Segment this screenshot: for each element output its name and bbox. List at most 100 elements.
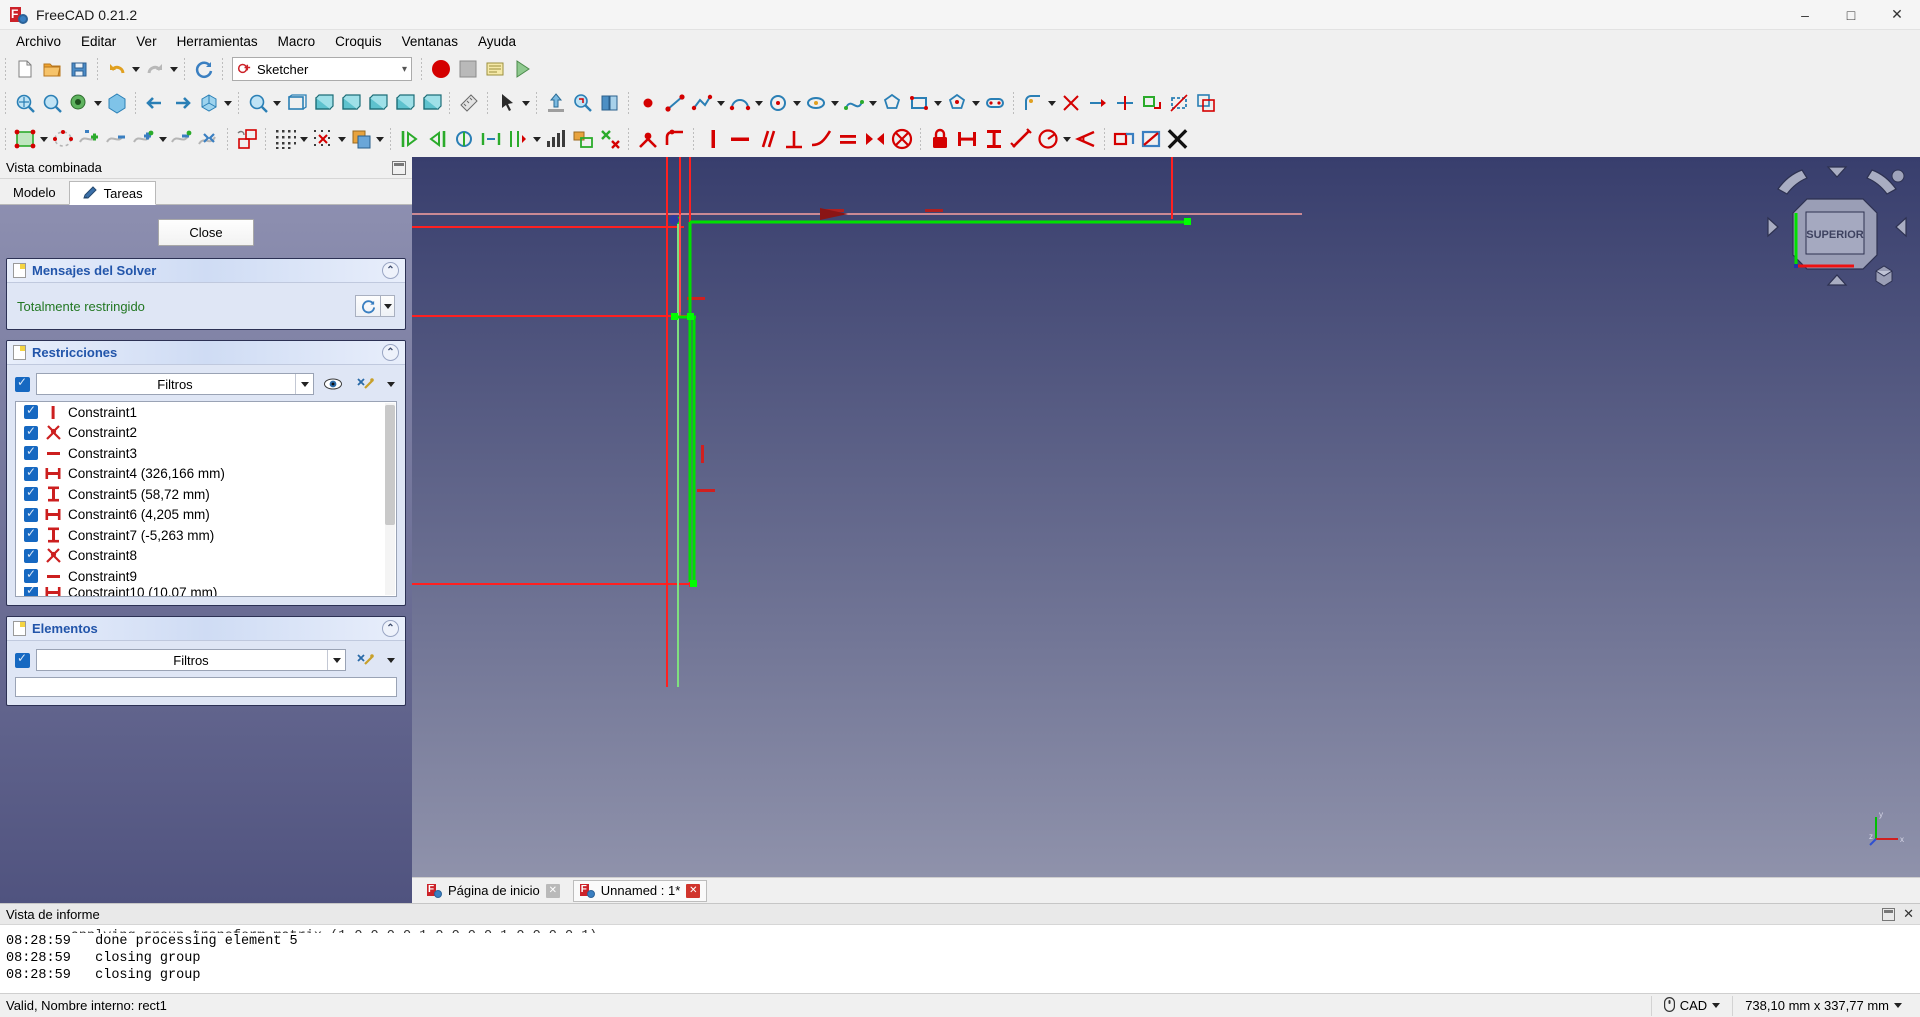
solver-messages-header[interactable]: Mensajes del Solver ⌃: [7, 259, 405, 283]
constraint-visibility-checkbox[interactable]: [24, 485, 38, 502]
rectangular-array-button[interactable]: [569, 126, 596, 153]
menu-ver[interactable]: Ver: [126, 31, 166, 52]
edit-sketch-dropdown-icon[interactable]: [38, 126, 49, 153]
zoom-selection-button[interactable]: [38, 90, 65, 117]
leave-sketch-button[interactable]: [1164, 126, 1191, 153]
constraint-visibility-checkbox[interactable]: [24, 586, 38, 596]
create-rectangle-button[interactable]: [905, 90, 932, 117]
create-polygon-button[interactable]: [878, 90, 905, 117]
workbench-selector[interactable]: Sketcher ▾: [232, 57, 412, 81]
open-document-button[interactable]: [38, 56, 65, 83]
constraints-filter-combo[interactable]: Filtros: [36, 373, 314, 395]
collapse-icon[interactable]: ⌃: [382, 344, 399, 361]
float-panel-icon[interactable]: [392, 160, 406, 175]
select-dropdown-icon[interactable]: [520, 90, 531, 117]
constrain-point-on-object-button[interactable]: [661, 126, 688, 153]
snap-dropdown-icon[interactable]: [336, 126, 347, 153]
list-item[interactable]: Constraint9: [16, 566, 396, 587]
menu-macro[interactable]: Macro: [268, 31, 326, 52]
list-item[interactable]: Constraint8: [16, 546, 396, 567]
measure-button[interactable]: [455, 90, 482, 117]
create-conic-button[interactable]: [802, 90, 829, 117]
select-associated-constraints-button[interactable]: [450, 126, 477, 153]
select-constraints-dropdown-icon[interactable]: [531, 126, 542, 153]
view-front-button[interactable]: [282, 90, 309, 117]
circle-dropdown-icon[interactable]: [791, 90, 802, 117]
dimensions-display[interactable]: 738,10 mm x 337,77 mm: [1732, 995, 1914, 1016]
rectangle-dropdown-icon[interactable]: [932, 90, 943, 117]
edit-sketch-button[interactable]: [11, 126, 38, 153]
view-back-button[interactable]: [141, 90, 168, 117]
tab-tareas[interactable]: Tareas: [68, 181, 156, 205]
select-elements-constraint-button[interactable]: [423, 126, 450, 153]
chevron-down-icon[interactable]: [1712, 1003, 1721, 1008]
polyline-dropdown-icon[interactable]: [715, 90, 726, 117]
render-order-dropdown-icon[interactable]: [374, 126, 385, 153]
constrain-coincident-button[interactable]: [634, 126, 661, 153]
view-top-button[interactable]: [309, 90, 336, 117]
list-item[interactable]: Constraint10 (10,07 mm): [16, 586, 396, 596]
constrain-block-button[interactable]: [888, 126, 915, 153]
list-item[interactable]: Constraint3: [16, 443, 396, 464]
elements-settings-icon[interactable]: [352, 649, 378, 671]
3d-viewport[interactable]: SUPERIOR y x z: [412, 157, 1920, 877]
close-task-button[interactable]: Close: [158, 219, 254, 246]
create-arc-button[interactable]: [726, 90, 753, 117]
tab-modelo[interactable]: Modelo: [0, 180, 69, 204]
constraint-visibility-checkbox[interactable]: [24, 567, 38, 584]
collapse-icon[interactable]: ⌃: [382, 620, 399, 637]
mirror-sketch-button[interactable]: [130, 126, 157, 153]
carbon-copy-button[interactable]: [1192, 90, 1219, 117]
list-item[interactable]: Constraint5 (58,72 mm): [16, 484, 396, 505]
refresh-button[interactable]: [190, 56, 217, 83]
toggle-construction-button[interactable]: [1165, 90, 1192, 117]
constrain-angle-button[interactable]: [1072, 126, 1099, 153]
constraint-visibility-checkbox[interactable]: [24, 465, 38, 481]
select-redundant-constraints-button[interactable]: [477, 126, 504, 153]
constraint-visibility-checkbox[interactable]: [24, 506, 38, 522]
toggle-driving-constraint-button[interactable]: [1110, 126, 1137, 153]
redo-button[interactable]: [141, 56, 168, 83]
split-edge-button[interactable]: [1111, 90, 1138, 117]
elements-filter-combo[interactable]: Filtros: [36, 649, 346, 671]
zoom-button[interactable]: [244, 90, 271, 117]
select-pointer-button[interactable]: [493, 90, 520, 117]
menu-herramientas[interactable]: Herramientas: [167, 31, 268, 52]
create-bspline-button[interactable]: [840, 90, 867, 117]
show-hide-internal-geometry-button[interactable]: [542, 126, 569, 153]
radius-dropdown-icon[interactable]: [1061, 126, 1072, 153]
close-window-button[interactable]: ✕: [1874, 0, 1920, 30]
activate-deactivate-constraint-button[interactable]: [1137, 126, 1164, 153]
constraints-settings-icon[interactable]: [352, 373, 378, 395]
new-document-button[interactable]: [11, 56, 38, 83]
elements-header[interactable]: Elementos ⌃: [7, 617, 405, 641]
symmetry-button[interactable]: [195, 126, 222, 153]
constraints-header[interactable]: Restricciones ⌃: [7, 341, 405, 365]
export-button[interactable]: [542, 90, 569, 117]
update-solver-button[interactable]: [355, 295, 381, 317]
scene-inspector-button[interactable]: [596, 90, 623, 117]
menu-editar[interactable]: Editar: [71, 31, 126, 52]
grid-dropdown-icon[interactable]: [298, 126, 309, 153]
constraint-visibility-checkbox[interactable]: [24, 403, 38, 420]
mirror-dropdown-icon[interactable]: [157, 126, 168, 153]
chevron-down-icon[interactable]: [1894, 1003, 1902, 1008]
maximize-button[interactable]: □: [1828, 0, 1874, 30]
report-view-body[interactable]: applying group transform matrix (1,0,0,0…: [0, 925, 1920, 993]
constrain-perpendicular-button[interactable]: [780, 126, 807, 153]
render-order-button[interactable]: [347, 126, 374, 153]
view-right-button[interactable]: [336, 90, 363, 117]
view-rear-button[interactable]: [363, 90, 390, 117]
list-item[interactable]: Constraint7 (-5,263 mm): [16, 525, 396, 546]
zoom-dropdown-icon[interactable]: [271, 90, 282, 117]
scrollbar-thumb[interactable]: [385, 405, 395, 525]
create-polyline-button[interactable]: [688, 90, 715, 117]
fillet-dropdown-icon[interactable]: [1046, 90, 1057, 117]
list-item[interactable]: Constraint6 (4,205 mm): [16, 505, 396, 526]
undo-dropdown-icon[interactable]: [130, 56, 141, 83]
macro-stop-button[interactable]: [454, 56, 481, 83]
float-panel-icon[interactable]: [1882, 907, 1896, 921]
elements-settings-dropdown-icon[interactable]: [384, 649, 397, 671]
undo-button[interactable]: [103, 56, 130, 83]
constraint-visibility-checkbox[interactable]: [24, 424, 38, 440]
